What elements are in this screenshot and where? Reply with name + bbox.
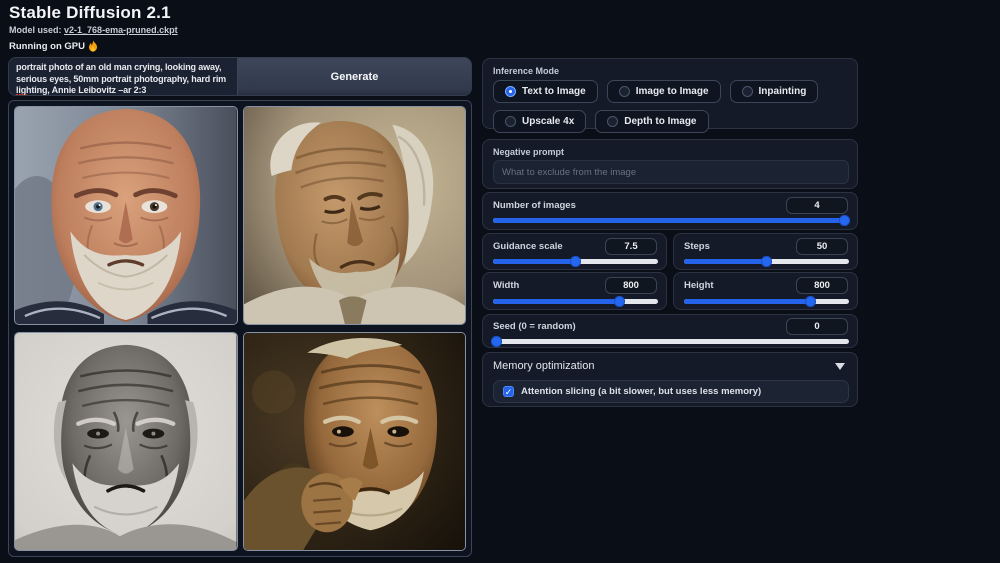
negative-prompt-label: Negative prompt	[493, 147, 565, 157]
number-of-images-label: Number of images	[493, 200, 576, 211]
height-label: Height	[684, 280, 714, 291]
inference-mode-options: Text to Image Image to Image Inpainting Ups…	[493, 80, 849, 133]
fire-icon	[88, 40, 98, 52]
seed-label: Seed (0 = random)	[493, 321, 576, 332]
running-on-gpu-label: Running on GPU	[9, 40, 85, 52]
guidance-scale-section: Guidance scale 7.5	[482, 233, 667, 270]
generated-images-gallery	[8, 100, 472, 557]
spellcheck-underline	[16, 94, 27, 95]
height-value[interactable]: 800	[796, 277, 848, 294]
inference-option-label: Depth to Image	[624, 116, 697, 127]
page-title: Stable Diffusion 2.1	[9, 3, 171, 22]
chevron-down-icon	[835, 363, 845, 370]
seed-value[interactable]: 0	[786, 318, 848, 335]
running-on-gpu: Running on GPU	[9, 40, 98, 52]
inference-option-label: Image to Image	[635, 86, 709, 97]
memory-optimization-title: Memory optimization	[493, 360, 595, 372]
generated-image-2[interactable]	[242, 106, 466, 325]
inference-mode-section: Inference Mode Text to Image Image to Ima…	[482, 58, 858, 133]
generated-image-3[interactable]	[14, 332, 238, 551]
height-section: Height 800	[673, 272, 858, 310]
width-slider[interactable]	[493, 296, 658, 307]
inference-option-depth-to-image[interactable]: Depth to Image	[595, 110, 709, 133]
slider-handle[interactable]	[839, 215, 851, 226]
steps-value[interactable]: 50	[796, 238, 848, 255]
width-value[interactable]: 800	[605, 277, 657, 294]
seed-section: Seed (0 = random) 0	[482, 314, 858, 348]
steps-label: Steps	[684, 241, 710, 252]
inference-option-upscale-4x[interactable]: Upscale 4x	[493, 110, 587, 133]
radio-icon[interactable]	[607, 116, 619, 127]
height-slider[interactable]	[684, 296, 849, 307]
model-checkpoint-link[interactable]: v2-1_768-ema-pruned.ckpt	[64, 25, 178, 35]
prompt-input[interactable]: portrait photo of an old man crying, loo…	[9, 58, 237, 95]
inference-mode-label: Inference Mode	[493, 66, 560, 76]
attention-slicing-row[interactable]: ✓ Attention slicing (a bit slower, but u…	[493, 380, 849, 403]
slider-handle[interactable]	[805, 296, 817, 307]
slider-handle[interactable]	[490, 336, 502, 347]
guidance-scale-value[interactable]: 7.5	[605, 238, 657, 255]
steps-section: Steps 50	[673, 233, 858, 270]
attention-slicing-checkbox[interactable]: ✓	[503, 386, 514, 397]
slider-handle[interactable]	[569, 256, 581, 267]
width-label: Width	[493, 280, 520, 291]
seed-slider[interactable]	[490, 336, 849, 347]
number-of-images-slider[interactable]	[493, 215, 851, 226]
model-used-line: Model used: v2-1_768-ema-pruned.ckpt	[9, 25, 178, 35]
generated-image-4[interactable]	[242, 332, 466, 551]
negative-prompt-section: Negative prompt	[482, 139, 858, 189]
attention-slicing-label: Attention slicing (a bit slower, but use…	[521, 386, 762, 397]
width-section: Width 800	[482, 272, 667, 310]
prompt-row: portrait photo of an old man crying, loo…	[8, 57, 472, 96]
radio-icon[interactable]	[505, 86, 516, 97]
guidance-scale-slider[interactable]	[493, 256, 658, 267]
slider-handle[interactable]	[614, 296, 626, 307]
inference-option-label: Text to Image	[522, 86, 586, 97]
slider-handle[interactable]	[760, 256, 772, 267]
number-of-images-section: Number of images 4	[482, 192, 858, 230]
radio-icon[interactable]	[618, 86, 630, 97]
generate-button[interactable]: Generate	[237, 58, 471, 95]
memory-optimization-section: Memory optimization ✓ Attention slicing …	[482, 352, 858, 407]
radio-icon[interactable]	[505, 116, 516, 127]
guidance-scale-label: Guidance scale	[493, 241, 563, 252]
model-used-label: Model used:	[9, 25, 62, 35]
inference-option-inpainting[interactable]: Inpainting	[729, 80, 819, 103]
inference-option-text-to-image[interactable]: Text to Image	[493, 80, 598, 103]
steps-slider[interactable]	[684, 256, 849, 267]
negative-prompt-input[interactable]	[493, 160, 849, 184]
generated-image-1[interactable]	[14, 106, 238, 325]
inference-option-label: Inpainting	[758, 86, 807, 97]
inference-option-label: Upscale 4x	[522, 116, 575, 127]
inference-option-image-to-image[interactable]: Image to Image	[606, 80, 721, 103]
prompt-text: portrait photo of an old man crying, loo…	[16, 62, 227, 95]
number-of-images-value[interactable]: 4	[786, 197, 848, 214]
radio-icon[interactable]	[741, 86, 753, 97]
memory-optimization-accordion[interactable]: Memory optimization	[483, 353, 857, 377]
